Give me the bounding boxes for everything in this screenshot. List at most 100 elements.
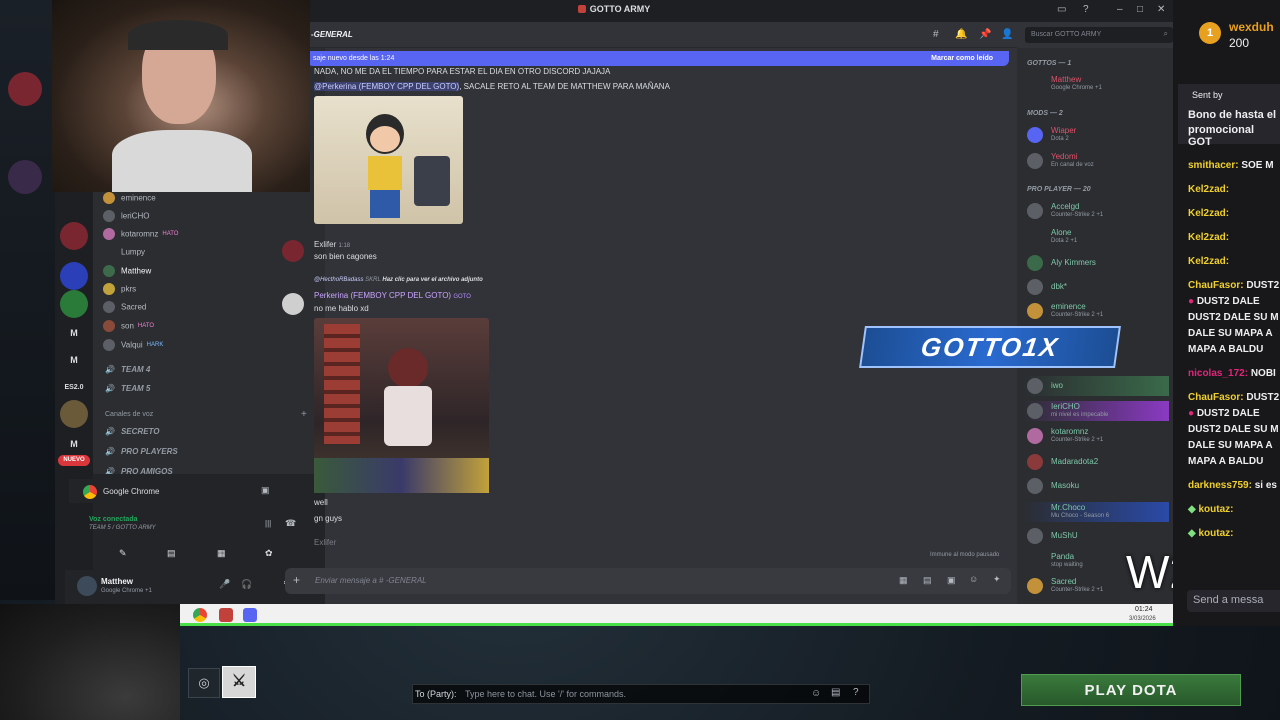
server-icon[interactable]: M xyxy=(60,319,88,347)
chat-line: ◆ koutaz: xyxy=(1188,504,1234,515)
server-icon[interactable] xyxy=(60,222,88,250)
message-composer[interactable]: + Enviar mensaje a # -GENERAL ▦ ▤ ▣ ☺ ✦ xyxy=(285,568,1011,594)
secondary-camera xyxy=(0,604,180,720)
headset-icon[interactable]: ◎ xyxy=(188,668,220,698)
member-item[interactable]: iwo xyxy=(1023,376,1169,396)
avatar[interactable] xyxy=(282,240,304,262)
member-item[interactable]: Matthew Google Chrome +1 xyxy=(1023,74,1169,94)
bell-icon[interactable]: 🔔 xyxy=(955,29,967,40)
search-input[interactable]: Buscar GOTTO ARMY ⌕ xyxy=(1025,27,1173,43)
member-item[interactable]: eminence Counter-Strike 2 +1 xyxy=(1023,301,1169,321)
minimize-icon[interactable]: – xyxy=(1117,4,1123,15)
close-icon[interactable]: ✕ xyxy=(1157,4,1165,15)
voice-channel-team5[interactable]: 🔊 TEAM 5 xyxy=(105,384,305,400)
message-author[interactable]: Exlifer 1:18 xyxy=(314,240,350,249)
members-icon[interactable]: 👤 xyxy=(1001,29,1013,40)
chat-line: MAPA A BALDU xyxy=(1188,456,1264,467)
member-item[interactable]: MuShU xyxy=(1023,526,1169,546)
emoji-icon[interactable]: ☺ xyxy=(811,688,821,699)
member-item[interactable]: Yedomi En canal de voz xyxy=(1023,151,1169,171)
threads-icon[interactable]: # xyxy=(933,29,939,40)
reply-preview[interactable]: @HecthoRBadass SKRL Haz clic para ver el… xyxy=(314,277,483,283)
mark-read-button[interactable]: Marcar como leído xyxy=(931,55,993,62)
chat-options-icon[interactable]: ▤ xyxy=(831,687,840,698)
camera-icon[interactable]: ✎ xyxy=(119,548,127,559)
attached-gif[interactable] xyxy=(314,96,463,224)
new-messages-bar[interactable]: saje nuevo desde las 1:24 Marcar como le… xyxy=(307,51,1009,66)
play-dota-button[interactable]: PLAY DOTA xyxy=(1021,674,1241,706)
message-author[interactable]: Exlifer xyxy=(314,538,336,547)
soundboard-icon[interactable]: ✿ xyxy=(265,548,273,559)
message-author[interactable]: Perkerina (FEMBOY CPP DEL GOTO) GOTO xyxy=(314,291,471,300)
add-channel-icon[interactable]: + xyxy=(301,409,307,420)
server-icon[interactable] xyxy=(60,290,88,318)
server-icon[interactable]: ES2.0 xyxy=(60,374,88,402)
clock-time[interactable]: 01:24 xyxy=(1135,606,1153,613)
message-text: @Perkerina (FEMBOY CPP DEL GOTO), SACALE… xyxy=(314,82,670,91)
voice-user[interactable]: Matthew xyxy=(103,265,313,283)
help-icon[interactable]: ? xyxy=(853,687,859,698)
voice-category[interactable]: Canales de voz xyxy=(105,411,153,418)
os-taskbar: 01:24 3/03/2026 xyxy=(179,604,1173,626)
voice-user[interactable]: eminence xyxy=(103,192,313,210)
pin-icon[interactable]: 📌 xyxy=(979,29,991,40)
noise-icon[interactable]: ||| xyxy=(265,519,271,528)
member-item[interactable]: dbk* xyxy=(1023,277,1169,297)
attach-plus-icon[interactable]: + xyxy=(293,573,300,587)
user-name: Matthew xyxy=(101,577,133,586)
voice-channel-pro-players[interactable]: 🔊 PRO PLAYERS xyxy=(105,447,305,463)
server-icon[interactable] xyxy=(60,400,88,428)
avatar[interactable] xyxy=(282,293,304,315)
search-icon: ⌕ xyxy=(1163,29,1168,38)
voice-channel-team4[interactable]: 🔊 TEAM 4 xyxy=(105,365,305,381)
emoji-icon[interactable]: ☺ xyxy=(969,574,978,584)
screen-share-icon[interactable]: ▣ xyxy=(261,485,270,496)
voice-channel-secreto[interactable]: 🔊 SECRETO xyxy=(105,427,305,443)
cartoon-bag xyxy=(414,156,450,206)
stream-user: wexduh xyxy=(1229,20,1274,34)
member-item[interactable]: kotaromnz Counter-Strike 2 +1 xyxy=(1023,426,1169,446)
member-item[interactable]: Madaradota2 xyxy=(1023,452,1169,472)
avatar[interactable] xyxy=(77,576,97,596)
voice-user[interactable]: pkrs xyxy=(103,283,313,301)
apps-icon[interactable]: ✦ xyxy=(993,574,1001,585)
screen-icon[interactable]: ▤ xyxy=(167,548,176,559)
member-item[interactable]: Accelgd Counter-Strike 2 +1 xyxy=(1023,201,1169,221)
gif-icon[interactable]: ▤ xyxy=(923,575,932,586)
voice-user[interactable]: leriCHO xyxy=(103,210,313,228)
mic-icon[interactable]: 🎤 xyxy=(219,579,230,590)
discord-icon[interactable] xyxy=(243,608,257,622)
gift-icon[interactable]: ▦ xyxy=(899,575,908,586)
member-item[interactable]: Mr.Choco Mu Choco - Season 6 xyxy=(1023,502,1169,522)
member-item[interactable]: IeriCHO mi nivel es impecable xyxy=(1023,401,1169,421)
party-chat-input[interactable]: To (Party): Type here to chat. Use '/' f… xyxy=(412,684,870,704)
voice-channel-path[interactable]: TEAM 5 / GOTTO ARMY xyxy=(89,525,156,531)
app-icon[interactable] xyxy=(219,608,233,622)
inbox-icon[interactable]: ▭ xyxy=(1057,4,1066,15)
member-category: GOTTOS — 1 xyxy=(1027,60,1072,67)
voice-user[interactable]: son HATO xyxy=(103,320,313,338)
dota-logo-icon[interactable]: ⚔ xyxy=(222,666,256,698)
help-icon[interactable]: ? xyxy=(1083,4,1089,15)
voice-user[interactable]: Valqui HARK xyxy=(103,339,313,357)
chrome-icon[interactable] xyxy=(193,608,207,622)
chat-send-input[interactable]: Send a messa xyxy=(1187,590,1280,612)
server-icon[interactable] xyxy=(60,262,88,290)
pinned-message[interactable]: Sent by Bono de hasta el promocional GOT xyxy=(1178,84,1280,148)
member-item[interactable]: Alone Dota 2 +1 xyxy=(1023,227,1169,247)
maximize-icon[interactable]: □ xyxy=(1137,4,1143,15)
activity-icon[interactable]: ▦ xyxy=(217,548,226,559)
user-mention[interactable]: @Perkerina (FEMBOY CPP DEL GOTO) xyxy=(314,82,460,91)
server-icon[interactable]: M xyxy=(60,346,88,374)
voice-user[interactable]: kotaromnz HATO xyxy=(103,228,313,246)
headphone-icon[interactable]: 🎧 xyxy=(241,579,252,590)
member-item[interactable]: Masoku xyxy=(1023,476,1169,496)
attached-image[interactable] xyxy=(314,318,489,493)
disconnect-icon[interactable]: ☎ xyxy=(285,518,296,529)
server-icon[interactable]: M xyxy=(60,430,88,458)
sticker-icon[interactable]: ▣ xyxy=(947,575,956,586)
chat-line: DALE SU MAPA A xyxy=(1188,440,1273,451)
clock-date[interactable]: 3/03/2026 xyxy=(1129,616,1156,622)
member-item[interactable]: Aly Kimmers xyxy=(1023,253,1169,273)
member-item[interactable]: Wiaper Dota 2 xyxy=(1023,125,1169,145)
